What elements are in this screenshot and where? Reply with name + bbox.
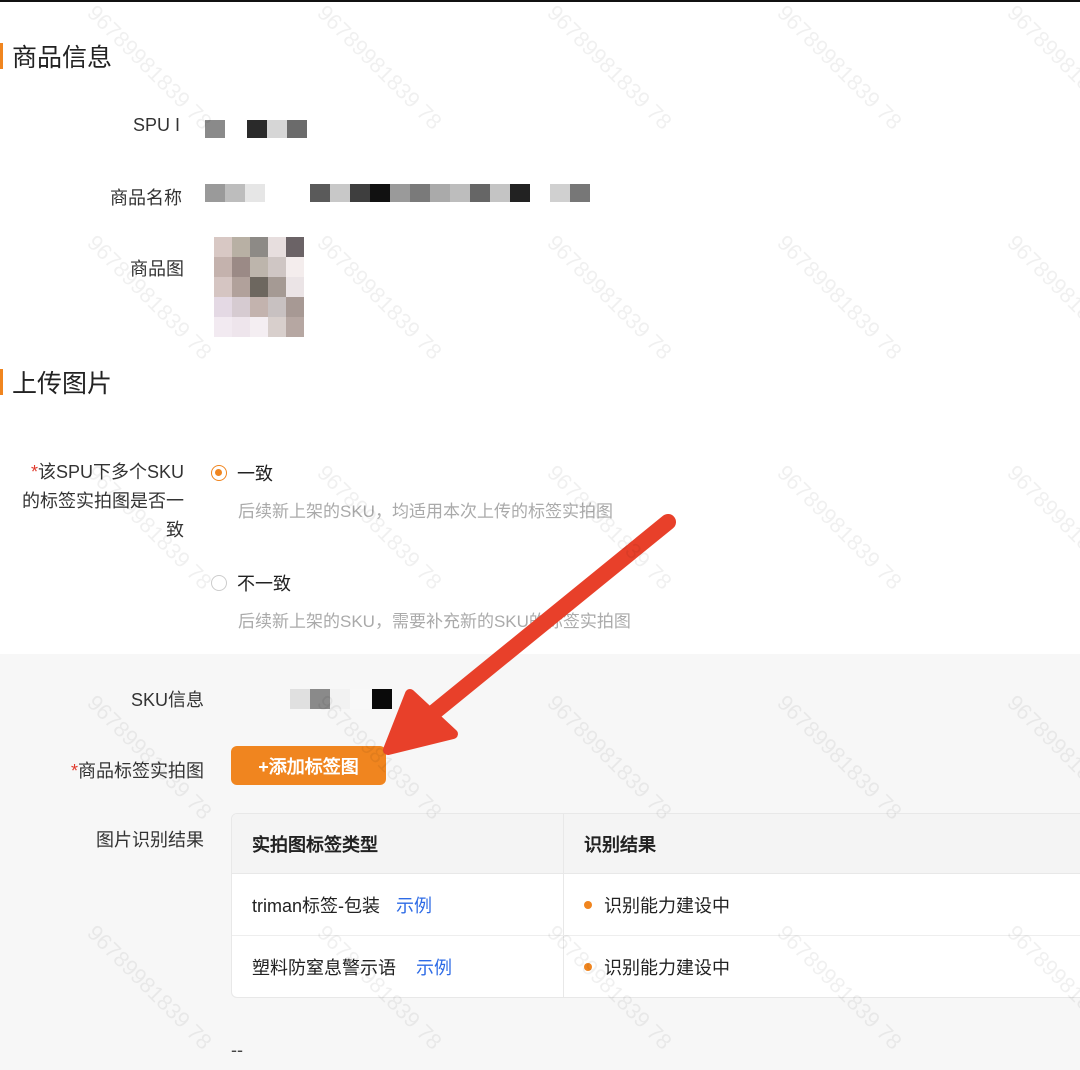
annotation-arrow-icon bbox=[383, 514, 676, 755]
